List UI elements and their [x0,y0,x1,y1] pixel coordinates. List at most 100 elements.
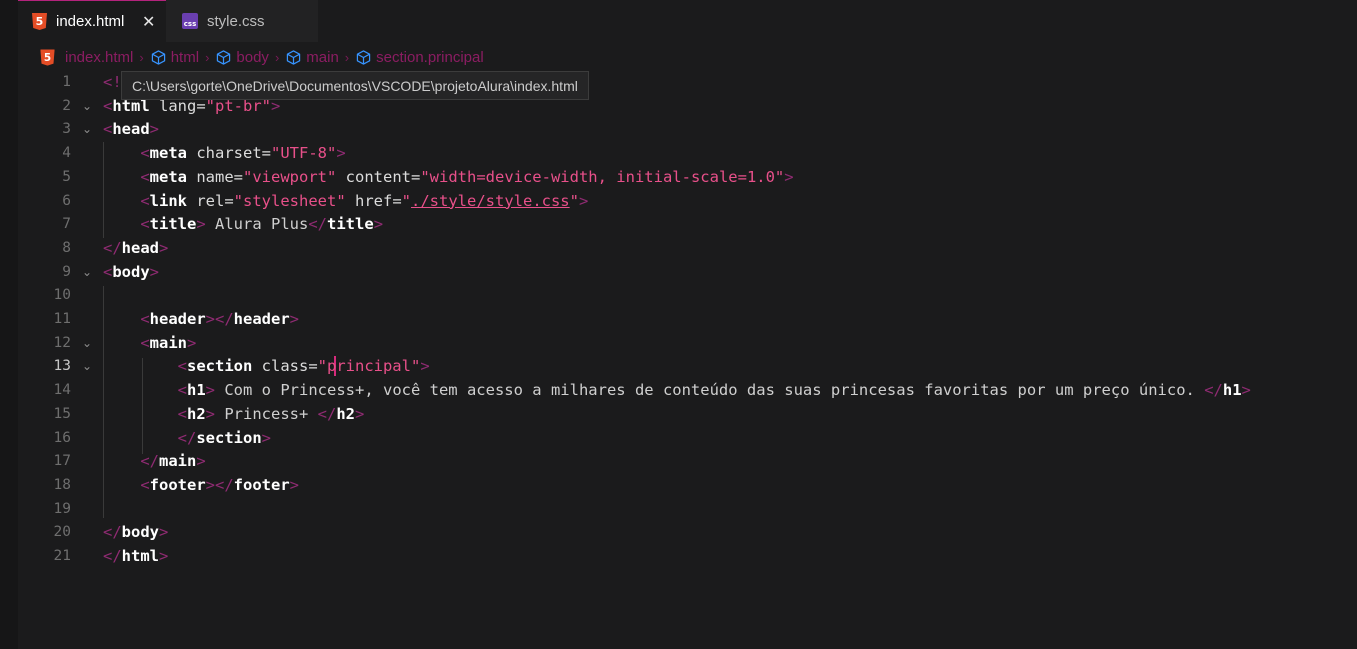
code-text: <! [103,70,122,94]
breadcrumb-item-file[interactable]: 5 index.html › [40,49,151,66]
line-number: 1 [62,74,71,90]
code-token: " [401,191,411,210]
code-token: content= [336,167,421,186]
html5-icon: 5 [40,48,55,66]
code-token: <! [103,73,122,91]
code-token: header [149,310,206,328]
code-token: h2 [187,404,206,423]
code-token: ></ [205,310,234,328]
code-token: ./style/style.css [411,191,570,210]
code-text: <h1> Com o Princess+, você tem acesso a … [103,378,1251,402]
code-token: meta [149,144,187,163]
code-token: title [149,215,197,234]
code-line[interactable]: 11 <header></header> [18,307,1338,331]
breadcrumb-label: body [236,48,269,66]
code-token: < [140,475,150,494]
code-text: <footer></footer> [103,473,299,497]
code-line[interactable]: 5 <meta name="viewport" content="width=d… [18,165,1338,189]
code-line[interactable]: 15 <h2> Princess+ </h2> [18,402,1338,426]
code-line[interactable]: 4 <meta charset="UTF-8"> [18,141,1338,165]
line-number: 19 [53,500,71,517]
close-icon[interactable]: ✕ [142,12,155,32]
tab-style-css[interactable]: css style.css [166,0,318,42]
breadcrumb-item-body[interactable]: body › [216,49,286,66]
code-token: > [420,357,430,376]
code-text: </html> [103,544,168,568]
code-line[interactable]: 3 ⌄ <head> [18,117,1338,141]
code-line[interactable]: 19 [18,497,1338,521]
code-token: footer [149,475,206,494]
code-line[interactable]: 9 ⌄ <body> [18,260,1338,284]
code-editor[interactable]: 1 <! 2 ⌄ <html lang="pt-br"> 3 ⌄ <head> 4 <meta … [18,70,1357,649]
breadcrumb-label: main [306,48,339,66]
tab-index-html[interactable]: 5 index.html ✕ [18,0,166,42]
code-token: Princess+ [215,404,318,423]
code-token: > [261,428,271,447]
code-text: </main> [103,449,206,473]
fold-chevron-icon[interactable]: ⌄ [82,354,92,378]
line-number: 20 [53,524,71,541]
code-line[interactable]: 10 [18,283,1338,307]
fold-chevron-icon[interactable]: ⌄ [82,117,92,141]
fold-chevron-icon[interactable]: ⌄ [82,94,92,118]
line-number: 4 [62,145,71,162]
code-line[interactable]: 18 <footer></footer> [18,473,1338,497]
code-token: > [187,333,197,352]
code-line[interactable]: 8 </head> [18,236,1338,260]
code-text: <link rel="stylesheet" href="./style/sty… [103,189,588,213]
code-line[interactable]: 7 <title> Alura Plus</title> [18,212,1338,236]
code-token: > [196,452,206,471]
code-line[interactable]: 16 </section> [18,426,1338,450]
code-line[interactable]: 17 </main> [18,449,1338,473]
line-number: 9 [62,263,71,280]
code-token: > [205,381,216,400]
line-number: 15 [53,405,71,422]
line-number: 14 [53,382,71,399]
fold-chevron-icon[interactable]: ⌄ [82,260,92,284]
breadcrumb-item-section[interactable]: section.principal [356,49,484,66]
code-token: < [140,333,150,352]
code-text: </section> [103,426,271,450]
code-token: html [121,547,159,565]
html5-icon: 5 [32,13,47,30]
code-line[interactable]: 20 </body> [18,520,1338,544]
code-line[interactable]: 21 </html> [18,544,1338,568]
code-token: head [121,238,159,257]
tab-label: index.html [56,13,125,30]
code-text: <main> [103,331,196,355]
breadcrumb-item-main[interactable]: main › [286,49,356,66]
code-token: title [327,215,374,234]
code-token: > [159,523,169,542]
code-token: > [196,215,206,234]
code-token: section [196,428,262,447]
code-token: < [140,191,150,210]
chevron-right-icon: › [139,49,144,65]
code-token: link [149,191,187,210]
code-line[interactable]: 13 ⌄ <section class="principal"> [18,354,1338,378]
code-text: <header></header> [103,307,299,331]
code-line[interactable]: 14 <h1> Com o Princess+, você tem acesso… [18,378,1338,402]
code-token: > [373,215,384,234]
code-line[interactable]: 12 ⌄ <main> [18,331,1338,355]
code-token: body [112,262,150,281]
line-number: 12 [53,334,71,351]
code-line[interactable]: 6 <link rel="stylesheet" href="./style/s… [18,189,1338,213]
css-icon: css [182,13,198,29]
breadcrumb-label: section.principal [376,48,484,66]
code-token: > [784,167,794,186]
code-token: < [103,120,113,139]
fold-chevron-icon[interactable]: ⌄ [82,331,92,355]
code-token: </ [317,404,337,423]
breadcrumb-item-html[interactable]: html › [151,49,217,66]
line-number: 17 [53,453,71,470]
line-number: 6 [62,192,71,209]
code-token: href= [345,191,402,210]
code-token: " [569,191,579,210]
cube-icon [151,49,165,65]
code-token: < [140,144,150,163]
code-token: > [1241,381,1251,400]
code-token: main [159,452,197,471]
